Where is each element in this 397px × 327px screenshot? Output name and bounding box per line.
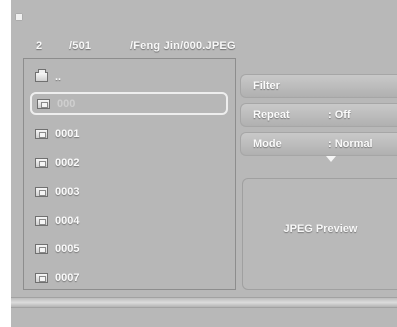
list-item-label: 0002 xyxy=(55,157,80,169)
filter-menu-item[interactable]: Filter xyxy=(240,74,397,98)
repeat-value: : Off xyxy=(328,109,351,121)
bottom-divider xyxy=(11,297,397,308)
file-browser-panel: .. 000 0001 0002 0003 0004 0005 0007 xyxy=(23,58,236,290)
list-item-label: 0005 xyxy=(55,243,80,255)
total-count: /501 xyxy=(69,40,92,52)
current-index: 2 xyxy=(36,40,43,52)
status-square-icon xyxy=(16,14,22,20)
mode-value: : Normal xyxy=(328,138,373,150)
list-item-label: 0004 xyxy=(55,215,80,227)
list-item-label: 0001 xyxy=(55,128,80,140)
list-item-selected[interactable]: 000 xyxy=(30,92,228,115)
mode-menu-item[interactable]: Mode : Normal xyxy=(240,132,397,156)
jpeg-file-icon xyxy=(37,98,50,109)
mode-label: Mode xyxy=(253,138,282,150)
list-item[interactable]: 0001 xyxy=(24,122,237,146)
list-item-label: 000 xyxy=(57,97,76,110)
jpeg-file-icon xyxy=(35,158,48,168)
breadcrumb: 2 /501 /Feng Jin/000.JPEG xyxy=(11,36,397,56)
jpeg-file-icon xyxy=(35,129,48,139)
list-item-label: 0007 xyxy=(55,272,80,284)
list-item[interactable]: 0003 xyxy=(24,180,237,204)
list-item-parent-folder[interactable]: .. xyxy=(24,65,237,89)
folder-up-icon xyxy=(35,69,48,82)
list-item[interactable]: 0005 xyxy=(24,237,237,261)
media-browser-screen: 2 /501 /Feng Jin/000.JPEG .. 000 0001 00… xyxy=(11,0,397,327)
list-item[interactable]: 0004 xyxy=(24,209,237,233)
jpeg-file-icon xyxy=(35,273,48,283)
list-item-label: 0003 xyxy=(55,186,80,198)
jpeg-preview-panel: JPEG Preview xyxy=(242,178,397,290)
list-item[interactable]: 0002 xyxy=(24,151,237,175)
repeat-menu-item[interactable]: Repeat : Off xyxy=(240,103,397,127)
jpeg-file-icon xyxy=(35,216,48,226)
jpeg-file-icon xyxy=(35,187,48,197)
list-item-label: .. xyxy=(55,71,62,83)
filter-label: Filter xyxy=(253,80,280,92)
chevron-down-icon xyxy=(326,156,336,162)
preview-label: JPEG Preview xyxy=(283,223,358,235)
repeat-label: Repeat xyxy=(253,109,290,121)
list-item[interactable]: 0007 xyxy=(24,266,237,290)
side-options-panel: Filter Repeat : Off Mode : Normal JPEG P… xyxy=(240,58,397,290)
jpeg-file-icon xyxy=(35,244,48,254)
current-path: /Feng Jin/000.JPEG xyxy=(130,40,236,52)
